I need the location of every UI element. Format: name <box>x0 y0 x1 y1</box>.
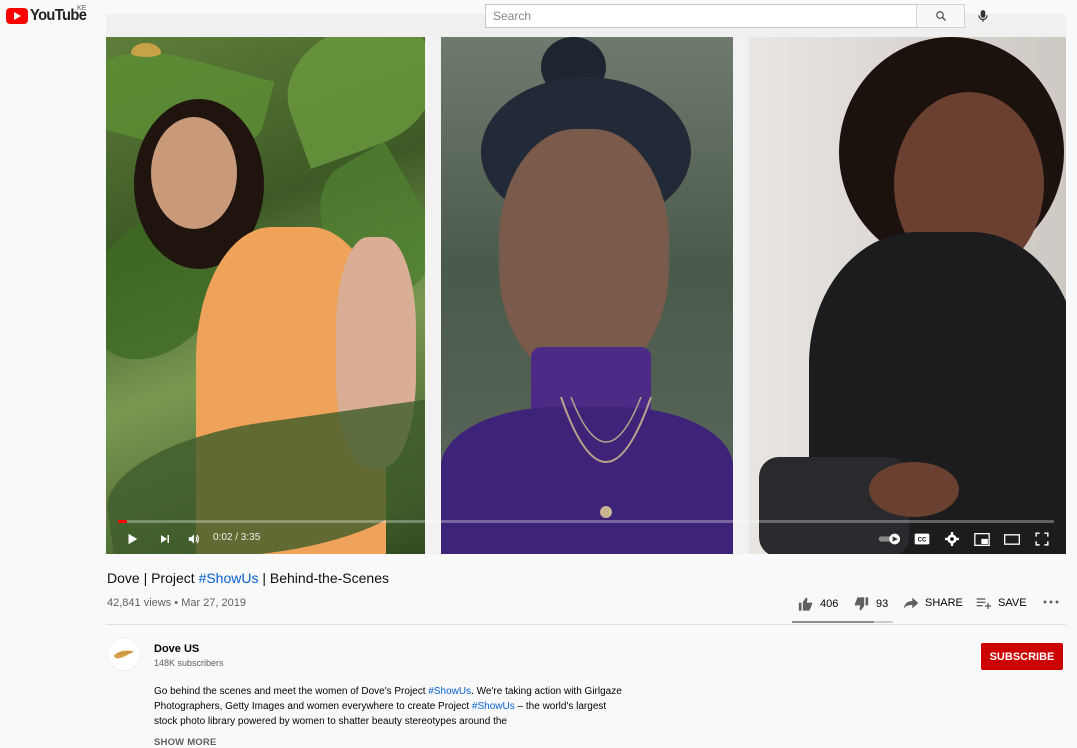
play-icon <box>128 533 138 545</box>
like-count: 406 <box>820 598 839 610</box>
next-icon <box>161 535 169 543</box>
more-actions-button[interactable] <box>1043 599 1059 605</box>
progress-bar[interactable] <box>118 520 1054 523</box>
youtube-play-logo-icon <box>6 8 28 24</box>
autoplay-toggle-icon <box>878 533 900 545</box>
progress-bar-played <box>118 520 128 523</box>
next-button[interactable] <box>154 529 176 549</box>
settings-icon <box>945 532 959 546</box>
like-button[interactable]: 406 <box>797 596 838 612</box>
time-display: 0:02 / 3:35 <box>213 532 261 543</box>
volume-icon <box>188 534 199 544</box>
video-frame-left-woman-orange-top <box>106 37 425 554</box>
divider <box>106 624 1066 625</box>
captions-icon: CC <box>914 533 930 545</box>
save-label: SAVE <box>998 597 1027 609</box>
video-frame-right-woman-black-sweater <box>749 37 1066 554</box>
share-icon <box>903 597 919 609</box>
svg-text:CC: CC <box>918 538 927 544</box>
fullscreen-icon <box>1035 532 1049 546</box>
autoplay-toggle[interactable] <box>877 529 903 549</box>
video-description: Go behind the scenes and meet the women … <box>154 686 622 727</box>
upload-date: Mar 27, 2019 <box>181 597 247 609</box>
necklace-graphic <box>560 397 652 518</box>
miniplayer-icon <box>974 532 990 546</box>
channel-avatar[interactable] <box>107 637 141 671</box>
hashtag-link[interactable]: #ShowUs <box>472 701 515 712</box>
thumbs-up-icon <box>798 597 813 611</box>
video-title: Dove | Project #ShowUs | Behind-the-Scen… <box>107 570 389 586</box>
sentiment-bar <box>792 621 893 623</box>
miniplayer-button[interactable] <box>971 529 993 549</box>
video-frame-center-woman-purple-top <box>441 37 733 554</box>
microphone-icon <box>978 10 988 22</box>
more-horizontal-icon <box>1043 600 1059 604</box>
sentiment-bar-likes <box>792 621 874 623</box>
dislike-count: 93 <box>876 598 889 610</box>
share-button[interactable]: SHARE <box>903 596 963 610</box>
save-button[interactable]: SAVE <box>976 596 1027 610</box>
subscribe-button[interactable]: SUBSCRIBE <box>981 643 1063 670</box>
theater-mode-button[interactable] <box>1001 529 1023 549</box>
search-icon <box>935 11 946 21</box>
fullscreen-button[interactable] <box>1031 529 1053 549</box>
hashtag-link[interactable]: #ShowUs <box>428 686 471 697</box>
video-player[interactable]: 0:02 / 3:35 CC <box>106 37 1066 554</box>
video-meta: 42,841 views • Mar 27, 2019 <box>107 597 247 609</box>
mute-button[interactable] <box>183 529 205 549</box>
settings-button[interactable] <box>941 529 963 549</box>
dove-logo-watermark <box>131 43 161 57</box>
dislike-button[interactable]: 93 <box>853 596 888 612</box>
search-input[interactable]: Search <box>485 4 917 28</box>
hashtag-link[interactable]: #ShowUs <box>199 570 259 586</box>
country-code: KE <box>77 5 87 12</box>
subscriber-count: 148K subscribers <box>154 658 224 668</box>
channel-name[interactable]: Dove US <box>154 643 199 655</box>
add-to-playlist-icon <box>976 598 991 609</box>
theater-mode-icon <box>1004 533 1020 545</box>
search-button[interactable] <box>916 4 965 28</box>
view-count: 42,841 views <box>107 597 172 609</box>
thumbs-down-icon <box>854 597 869 611</box>
play-button[interactable] <box>121 529 143 549</box>
show-more-button[interactable]: SHOW MORE <box>154 737 217 748</box>
dove-logo-icon <box>114 650 134 659</box>
share-label: SHARE <box>925 597 963 609</box>
voice-search-button[interactable] <box>973 6 993 26</box>
player-controls: 0:02 / 3:35 CC <box>106 524 1066 554</box>
captions-button[interactable]: CC <box>911 529 933 549</box>
